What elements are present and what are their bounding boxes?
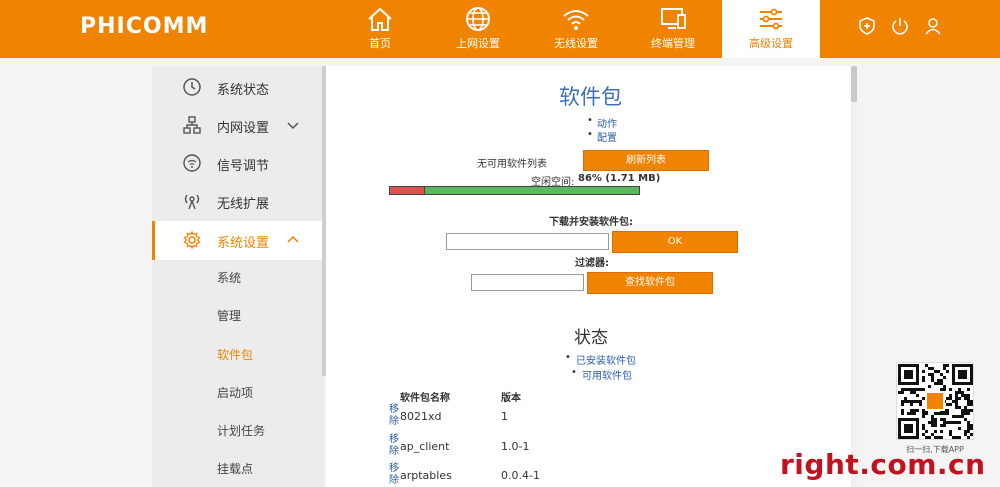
column-header-name: 软件包名称 bbox=[400, 393, 450, 404]
nav-wireless-label: 无线设置 bbox=[554, 37, 598, 50]
sidebar-sub-label: 启动项 bbox=[217, 386, 254, 400]
user-icon[interactable] bbox=[923, 16, 943, 36]
sidebar-sub-startup[interactable]: 启动项 bbox=[152, 373, 324, 411]
bullet: • bbox=[587, 129, 593, 140]
link-config[interactable]: 配置 bbox=[597, 129, 617, 144]
column-header-version: 版本 bbox=[501, 393, 521, 404]
free-space-bar bbox=[389, 186, 640, 195]
status-title: 状态 bbox=[574, 328, 608, 348]
package-version: 1 bbox=[501, 410, 508, 423]
sidebar-item-label: 系统状态 bbox=[217, 83, 270, 98]
nav-advanced[interactable]: 高级设置 bbox=[722, 0, 820, 58]
sidebar-item-label: 内网设置 bbox=[217, 121, 270, 136]
sidebar-item-label: 无线扩展 bbox=[217, 197, 270, 212]
bullet: • bbox=[565, 352, 571, 363]
nav-devices-label: 终端管理 bbox=[651, 37, 695, 50]
refresh-list-button[interactable]: 刷新列表 bbox=[583, 150, 709, 171]
page-title: 软件包 bbox=[559, 85, 622, 109]
link-available-packages[interactable]: 可用软件包 bbox=[582, 367, 632, 382]
chevron-down-icon bbox=[287, 122, 299, 130]
link-actions[interactable]: 动作 bbox=[597, 115, 617, 130]
network-icon bbox=[183, 116, 201, 134]
sidebar-item-lan[interactable]: 内网设置 bbox=[152, 106, 324, 145]
package-name: arptables bbox=[400, 469, 452, 482]
bullet: • bbox=[587, 115, 593, 126]
globe-icon bbox=[466, 7, 490, 31]
used-space-fill bbox=[390, 187, 425, 194]
package-url-input[interactable] bbox=[446, 233, 609, 250]
sidebar-sub-mount-points[interactable]: 挂载点 bbox=[152, 449, 324, 487]
scrollbar-thumb[interactable] bbox=[851, 66, 857, 102]
sidebar-sub-label: 系统 bbox=[217, 271, 242, 285]
watermark: right.com.cn bbox=[780, 448, 986, 481]
top-header: PHICOMM 首页 上网设置 无线设置 终端管理 高级设置 bbox=[0, 0, 1000, 58]
package-name: ap_client bbox=[400, 440, 450, 453]
shield-plus-icon[interactable] bbox=[857, 16, 877, 36]
sidebar-sub-admin[interactable]: 管理 bbox=[152, 296, 324, 334]
sidebar: 系统状态 内网设置 信号调节 无线扩展 系统设置 系统 管理 软件包 启动项 计… bbox=[152, 66, 324, 487]
package-name: 8021xd bbox=[400, 410, 442, 423]
sidebar-item-label: 系统设置 bbox=[217, 236, 270, 251]
chevron-up-icon bbox=[287, 235, 299, 243]
nav-home[interactable]: 首页 bbox=[331, 0, 429, 58]
sidebar-item-signal[interactable]: 信号调节 bbox=[152, 144, 324, 183]
power-icon[interactable] bbox=[890, 16, 910, 36]
sliders-icon bbox=[760, 8, 782, 30]
no-package-list-text: 无可用软件列表 bbox=[477, 159, 547, 170]
bullet: • bbox=[571, 367, 577, 378]
sidebar-item-wireless-extend[interactable]: 无线扩展 bbox=[152, 182, 324, 221]
qr-code-pattern bbox=[898, 364, 973, 439]
filter-label: 过滤器: bbox=[575, 258, 609, 269]
download-install-label: 下载并安装软件包: bbox=[549, 217, 633, 228]
package-version: 0.0.4-1 bbox=[501, 469, 540, 482]
nav-home-label: 首页 bbox=[369, 37, 391, 50]
qr-code bbox=[896, 362, 974, 440]
sidebar-sub-system[interactable]: 系统 bbox=[152, 258, 324, 296]
ok-button[interactable]: OK bbox=[612, 231, 738, 253]
nav-wireless[interactable]: 无线设置 bbox=[527, 0, 625, 58]
devices-icon bbox=[661, 8, 686, 29]
find-package-button[interactable]: 查找软件包 bbox=[587, 272, 713, 294]
nav-internet-label: 上网设置 bbox=[456, 37, 500, 50]
signal-icon bbox=[183, 154, 201, 172]
sidebar-sub-label: 软件包 bbox=[217, 348, 254, 362]
package-version: 1.0-1 bbox=[501, 440, 530, 453]
sidebar-sub-label: 管理 bbox=[217, 309, 242, 323]
free-space-value: 86% (1.71 MB) bbox=[578, 173, 661, 184]
sidebar-sub-scheduled-tasks[interactable]: 计划任务 bbox=[152, 411, 324, 449]
gear-icon bbox=[183, 230, 201, 250]
sidebar-sub-label: 计划任务 bbox=[217, 424, 266, 438]
antenna-icon bbox=[184, 194, 200, 210]
sidebar-item-system-status[interactable]: 系统状态 bbox=[152, 68, 324, 107]
nav-internet[interactable]: 上网设置 bbox=[429, 0, 527, 58]
sidebar-sub-label: 挂载点 bbox=[217, 462, 254, 476]
wifi-icon bbox=[563, 10, 589, 30]
nav-devices[interactable]: 终端管理 bbox=[624, 0, 722, 58]
main-scrollbar[interactable] bbox=[851, 66, 857, 487]
nav-advanced-label: 高级设置 bbox=[749, 37, 793, 50]
phicomm-logo: PHICOMM bbox=[80, 14, 209, 39]
sidebar-item-label: 信号调节 bbox=[217, 159, 270, 174]
filter-input[interactable] bbox=[471, 274, 584, 291]
home-icon bbox=[368, 7, 392, 31]
sidebar-item-system-settings[interactable]: 系统设置 bbox=[152, 221, 324, 260]
clock-icon bbox=[183, 78, 201, 96]
link-installed-packages[interactable]: 已安装软件包 bbox=[576, 352, 636, 367]
sidebar-sub-packages[interactable]: 软件包 bbox=[152, 335, 324, 373]
